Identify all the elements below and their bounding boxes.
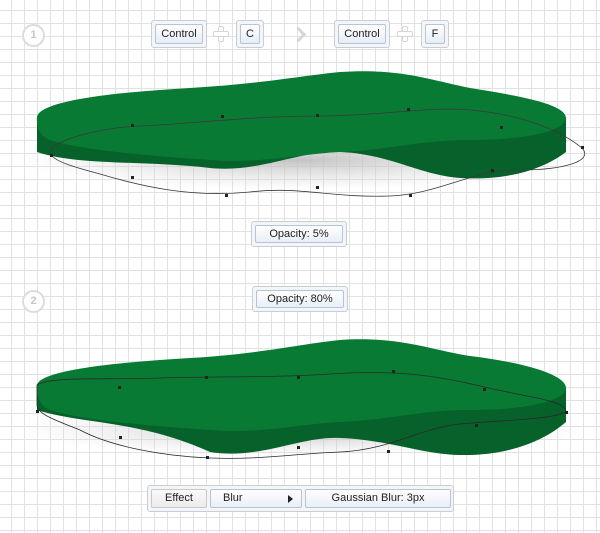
shape-2: [15, 339, 585, 459]
step-badge-2: 2: [22, 290, 45, 313]
illustration: [15, 71, 585, 459]
caret-right-icon: [288, 495, 293, 503]
shape-1: [15, 71, 585, 197]
canvas: 1 Control C Control F Opacity: 5% 2 Opac…: [0, 0, 600, 533]
gaussian-blur-menu-item[interactable]: Gaussian Blur: 3px: [305, 489, 451, 508]
blur-menu-item[interactable]: Blur: [210, 489, 302, 508]
effect-menu-bar: Effect Blur Gaussian Blur: 3px: [147, 485, 454, 512]
opacity-panel-2[interactable]: Opacity: 80%: [252, 286, 348, 312]
opacity-panel-1[interactable]: Opacity: 5%: [251, 221, 347, 247]
blur-menu-label: Blur: [223, 492, 243, 504]
effect-menu-button[interactable]: Effect: [151, 489, 207, 508]
